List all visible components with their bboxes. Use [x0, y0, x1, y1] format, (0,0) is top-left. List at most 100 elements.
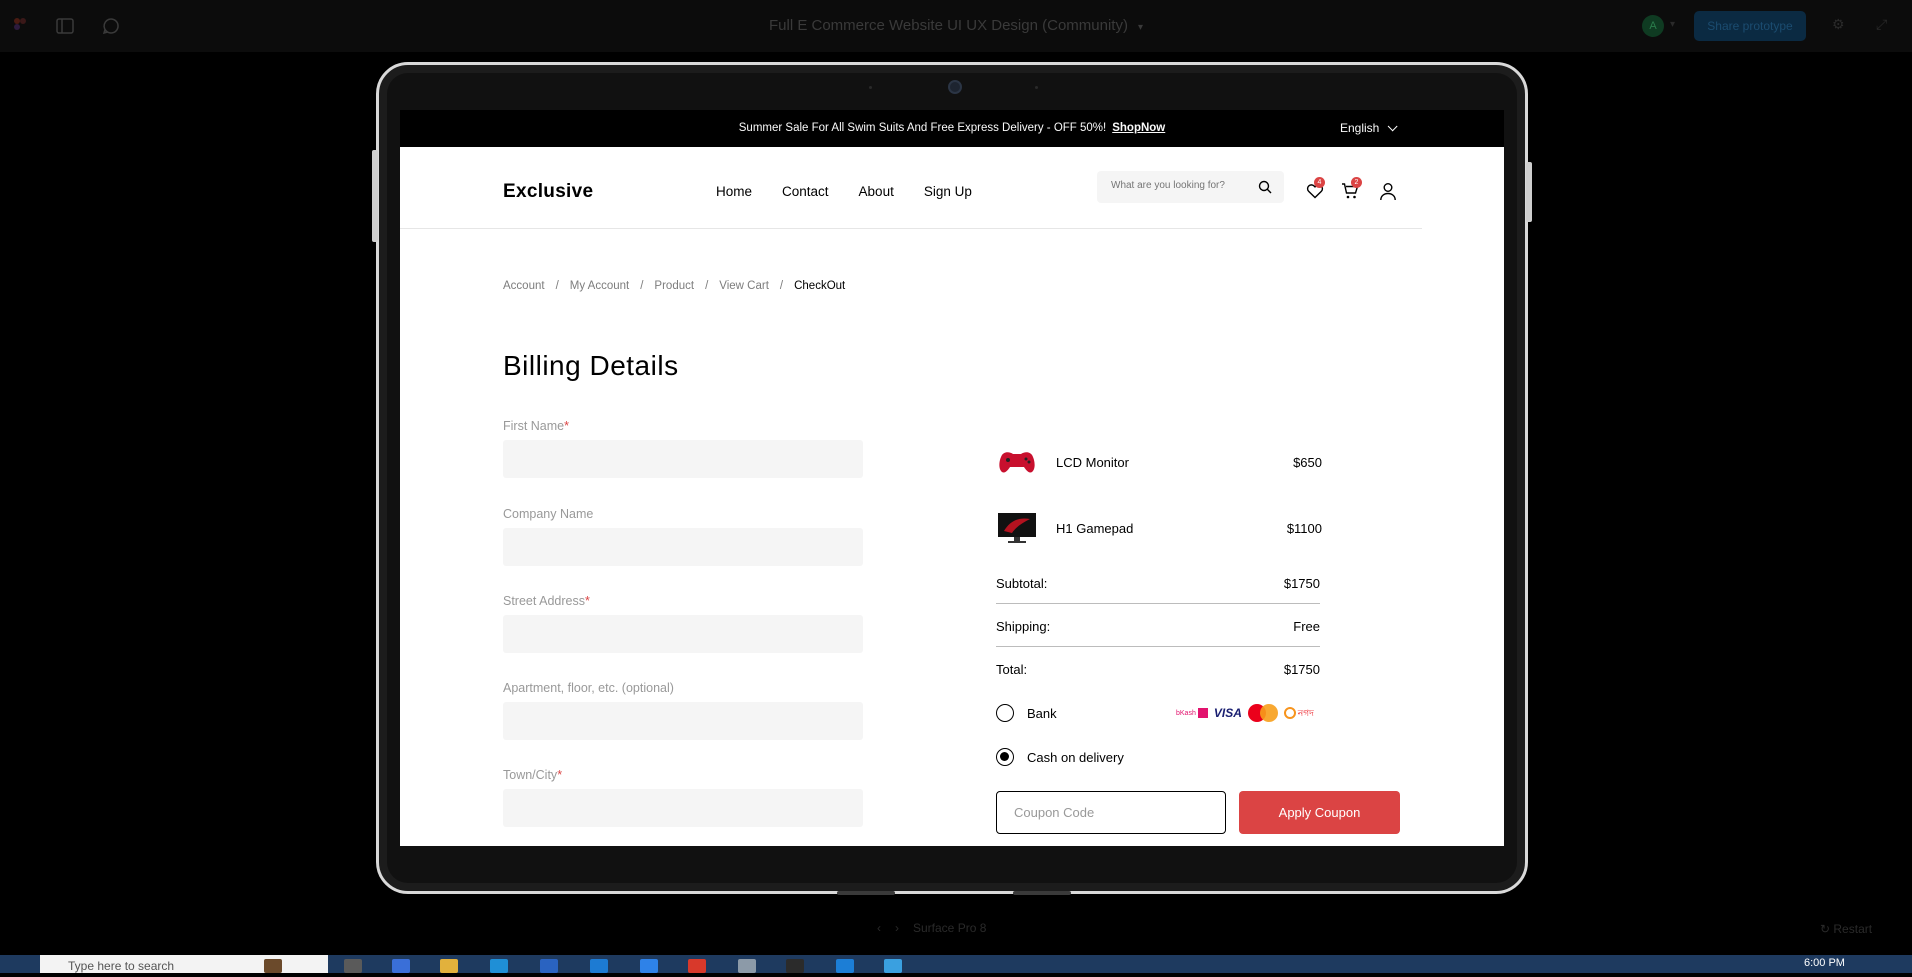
chevron-down-icon: ▾ — [1137, 22, 1143, 33]
chevron-down-icon[interactable]: ▾ — [1670, 19, 1675, 30]
share-prototype-button[interactable]: Share prototype — [1694, 11, 1806, 41]
restart-icon: ↻ — [1820, 922, 1834, 936]
company-name-field: Company Name — [503, 507, 863, 566]
breadcrumb-separator: / — [555, 280, 559, 292]
town-city-input[interactable] — [503, 789, 863, 827]
cash-on-delivery-radio[interactable] — [996, 748, 1014, 766]
nav-contact[interactable]: Contact — [782, 184, 829, 199]
taskbar-search[interactable]: Type here to search — [40, 955, 328, 973]
previous-frame-icon[interactable]: ‹ — [877, 921, 881, 935]
order-item: H1 Gamepad $1100 — [996, 511, 1322, 545]
breadcrumb-separator: / — [705, 280, 709, 292]
breadcrumb-my-account[interactable]: My Account — [570, 280, 629, 292]
language-label: English — [1340, 121, 1380, 135]
settings-icon[interactable]: ⚙ — [1832, 16, 1845, 33]
first-name-input[interactable] — [503, 440, 863, 478]
sensor-dot — [1035, 86, 1038, 89]
subtotal-label: Subtotal: — [996, 576, 1048, 591]
prototype-nav: ‹ › Surface Pro 8 — [877, 921, 986, 935]
vscode-icon[interactable] — [836, 959, 854, 973]
restart-button[interactable]: ↻ Restart — [1820, 922, 1872, 936]
apartment-field: Apartment, floor, etc. (optional) — [503, 681, 863, 740]
outlook-icon[interactable] — [640, 959, 658, 973]
wishlist-count-badge: 4 — [1314, 177, 1325, 188]
order-item-price: $650 — [1293, 455, 1322, 470]
next-frame-icon[interactable]: › — [895, 921, 899, 935]
cash-on-delivery-label[interactable]: Cash on delivery — [1027, 750, 1124, 765]
clock[interactable]: 6:00 PM — [1804, 957, 1845, 969]
site-logo[interactable]: Exclusive — [503, 181, 593, 203]
apartment-label: Apartment, floor, etc. (optional) — [503, 681, 674, 695]
bkash-logo: bKash — [1176, 708, 1208, 718]
device-side-button — [1526, 162, 1532, 222]
device-name[interactable]: Surface Pro 8 — [913, 921, 986, 935]
avatar[interactable]: A — [1642, 15, 1664, 37]
site-header: Exclusive Home Contact About Sign Up 4 2 — [400, 147, 1504, 229]
search-icon[interactable] — [1258, 180, 1272, 194]
total-row: Total: $1750 — [996, 662, 1320, 677]
app-icon[interactable] — [738, 959, 756, 973]
company-name-input[interactable] — [503, 528, 863, 566]
order-item-name: H1 Gamepad — [1056, 521, 1134, 536]
monitor-thumbnail — [998, 513, 1036, 543]
device-button — [1013, 891, 1071, 895]
device-screen: Summer Sale For All Swim Suits And Free … — [400, 110, 1504, 846]
shipping-row: Shipping: Free — [996, 619, 1320, 634]
bank-label[interactable]: Bank — [1027, 706, 1057, 721]
breadcrumb-view-cart[interactable]: View Cart — [719, 280, 769, 292]
nav-sign-up[interactable]: Sign Up — [924, 184, 972, 199]
breadcrumb-account[interactable]: Account — [503, 280, 545, 292]
search-input[interactable] — [1111, 180, 1251, 191]
first-name-field: First Name* — [503, 419, 863, 478]
nav-about[interactable]: About — [859, 184, 894, 199]
breadcrumb-separator: / — [640, 280, 644, 292]
order-item: LCD Monitor $650 — [996, 445, 1322, 479]
total-value: $1750 — [1283, 662, 1320, 677]
device-button — [837, 891, 895, 895]
header-divider — [400, 228, 1422, 229]
edge-icon[interactable] — [490, 959, 508, 973]
task-view-icon[interactable] — [344, 959, 362, 973]
store-icon[interactable] — [540, 959, 558, 973]
app-icon[interactable] — [884, 959, 902, 973]
shop-now-link[interactable]: ShopNow — [1112, 122, 1165, 134]
order-item-price: $1100 — [1286, 521, 1322, 536]
cart-count-badge: 2 — [1351, 177, 1362, 188]
subtotal-value: $1750 — [1283, 576, 1320, 591]
chrome-icon[interactable] — [688, 959, 706, 973]
apartment-input[interactable] — [503, 702, 863, 740]
breadcrumb-product[interactable]: Product — [654, 280, 694, 292]
mail-icon[interactable] — [590, 959, 608, 973]
page-title: Billing Details — [503, 350, 679, 381]
order-item-name: LCD Monitor — [1056, 455, 1129, 470]
teams-icon[interactable] — [392, 959, 410, 973]
mastercard-logo — [1247, 704, 1278, 722]
cart-button[interactable]: 2 — [1341, 177, 1362, 205]
terminal-icon[interactable] — [786, 959, 804, 973]
nav-home[interactable]: Home — [716, 184, 752, 199]
language-selector[interactable]: English — [1340, 121, 1398, 135]
device-side-button — [372, 150, 378, 242]
file-title[interactable]: Full E Commerce Website UI UX Design (Co… — [0, 17, 1912, 34]
shipping-label: Shipping: — [996, 619, 1051, 634]
apply-coupon-button[interactable]: Apply Coupon — [1239, 791, 1400, 834]
town-city-field: Town/City* — [503, 768, 863, 827]
main-nav: Home Contact About Sign Up — [716, 184, 972, 199]
street-address-input[interactable] — [503, 615, 863, 653]
wishlist-button[interactable]: 4 — [1306, 177, 1325, 205]
windows-taskbar: Type here to search 6:00 PM — [0, 955, 1912, 973]
bank-radio[interactable] — [996, 704, 1014, 722]
gamepad-thumbnail — [999, 452, 1035, 473]
camera — [948, 80, 962, 94]
summary-divider — [996, 603, 1320, 604]
account-button[interactable] — [1379, 182, 1397, 206]
breadcrumb-separator: / — [779, 280, 784, 292]
announcement-bar: Summer Sale For All Swim Suits And Free … — [400, 110, 1504, 147]
search-bar — [1097, 171, 1284, 203]
shipping-value: Free — [1293, 619, 1320, 634]
news-widget-icon[interactable] — [264, 959, 282, 973]
file-explorer-icon[interactable] — [440, 959, 458, 973]
coupon-code-input[interactable] — [996, 791, 1226, 834]
expand-icon[interactable]: ⤢ — [1876, 16, 1887, 33]
breadcrumb: Account / My Account / Product / View Cart /… — [503, 280, 845, 292]
